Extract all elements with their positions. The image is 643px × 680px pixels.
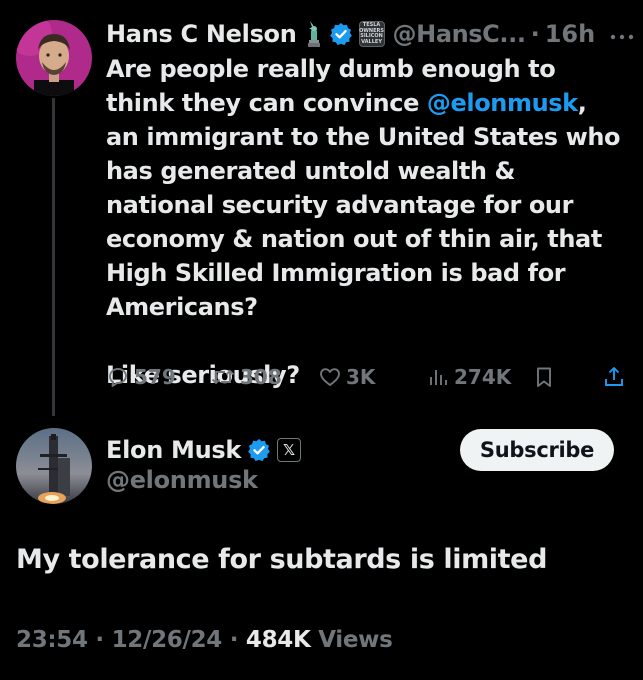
views-count: 274K [454,365,512,389]
repost-button[interactable]: 308 [210,360,282,394]
share-icon [602,365,630,389]
like-count: 3K [346,365,376,389]
author-name[interactable]: Hans C Nelson [106,20,297,48]
share-button[interactable] [602,360,630,394]
verified-badge-icon [247,438,271,462]
reply-icon [106,365,134,389]
bookmark-button[interactable] [532,360,560,394]
avatar-hans-c-nelson[interactable] [16,20,92,96]
meta-separator: · [87,627,112,653]
meta-separator: · [222,627,246,653]
views-label: Views [310,627,393,653]
bookmark-icon [532,365,560,389]
repost-icon [210,365,240,389]
avatar-elon-musk[interactable] [16,428,92,504]
more-options-icon[interactable] [610,22,634,47]
post-time[interactable]: 23:54 [16,627,88,653]
author-name[interactable]: Elon Musk [106,436,241,464]
post-date[interactable]: 12/26/24 [112,627,223,653]
like-button[interactable]: 3K [318,360,375,394]
views-chart-icon [426,365,454,389]
statue-of-liberty-icon [305,20,323,48]
author-handle[interactable]: @elonmusk [106,466,258,494]
thread-connector-line [52,98,55,416]
repost-count: 308 [240,365,282,389]
heart-icon [318,365,346,389]
verified-badge-icon [329,22,353,46]
author-handle[interactable]: @HansC... [393,20,526,48]
reply-count: 579 [134,365,176,389]
affiliate-badge-x[interactable]: 𝕏 [277,438,302,462]
post-metadata: 23:54 · 12/26/24 · 484K Views [16,627,393,653]
parent-post-text: Are people really dumb enough to think t… [106,52,626,392]
views-count: 484K [245,627,311,653]
reply-post-header: Elon Musk 𝕏 [106,432,302,468]
action-bar: 579 308 3K 274K [106,360,632,394]
affiliate-badge[interactable]: TESLA OWNERS SILICON VALLEY [358,21,385,47]
views-button[interactable]: 274K [426,360,511,394]
post-paragraph-1: Are people really dumb enough to think t… [106,55,621,321]
mention-link[interactable]: @elonmusk [427,89,578,117]
reply-post-text: My tolerance for subtards is limited [16,544,548,575]
parent-post-header: Hans C Nelson TESLA OWNERS SILICON VALLE… [106,16,634,52]
post-time[interactable]: 16h [545,20,595,48]
header-separator: · [530,20,540,48]
reply-button[interactable]: 579 [106,360,176,394]
subscribe-button[interactable]: Subscribe [460,429,614,471]
